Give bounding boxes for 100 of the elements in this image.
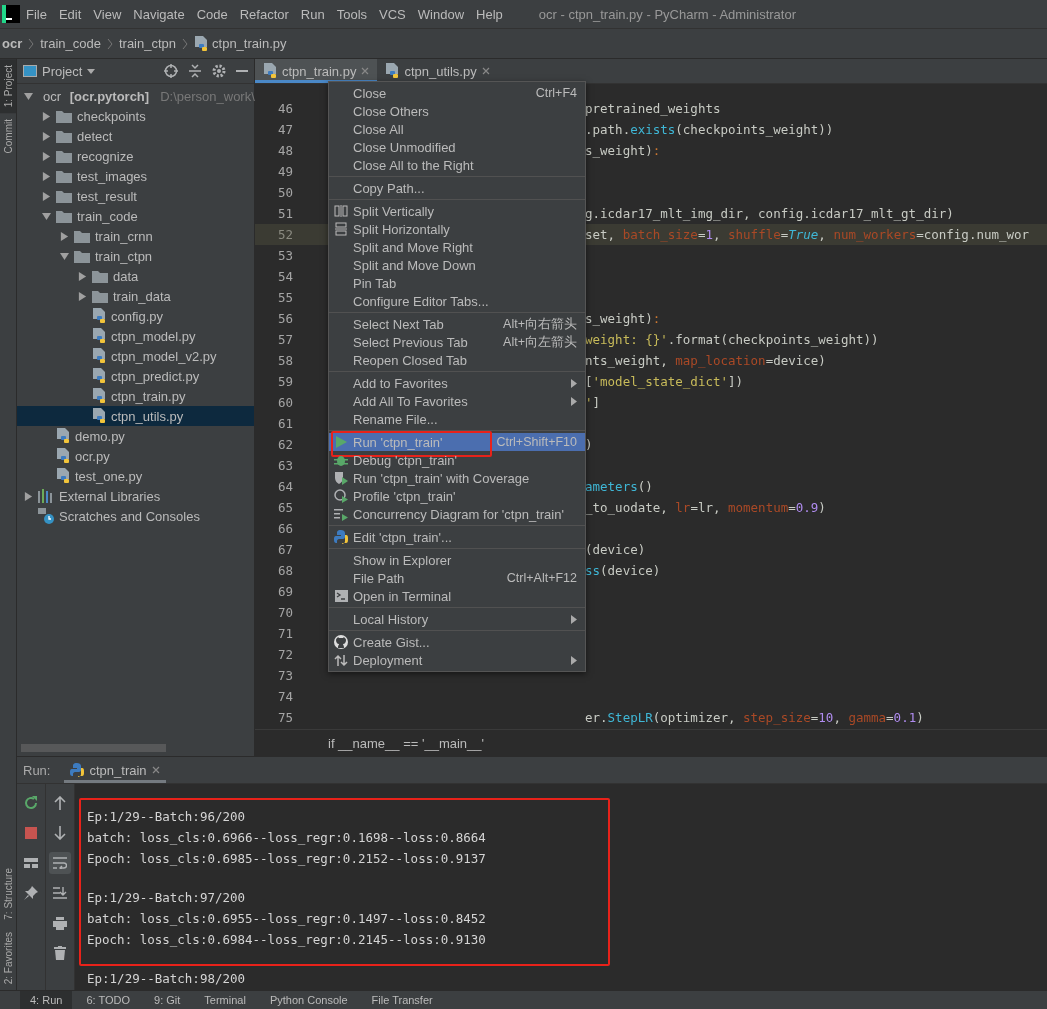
line-number: 51 (276, 206, 293, 221)
console-line: Ep:1/29--Batch:98/200 (87, 970, 247, 988)
folder-icon (56, 129, 72, 143)
tool-window-tab[interactable]: Commit (0, 113, 16, 160)
tree-item[interactable]: Scratches and Consoles (17, 506, 254, 526)
menu-item[interactable]: Add All To Favorites (329, 392, 585, 410)
tool-window-tab[interactable]: 7: Structure (0, 862, 16, 926)
close-icon[interactable] (361, 67, 370, 75)
menu-bar-item[interactable]: Tools (330, 3, 374, 25)
menu-bar-item[interactable]: Run (294, 3, 331, 25)
tool-window-tab[interactable]: 1: Project (0, 59, 16, 114)
menu-item[interactable]: Run 'ctpn_train' with Coverage (329, 469, 585, 487)
close-icon[interactable] (151, 766, 160, 774)
tree-item[interactable]: ctpn_predict.py (17, 366, 254, 386)
tree-item[interactable]: ocr.py (17, 446, 254, 466)
tree-item[interactable]: train_code (17, 206, 254, 226)
tree-item[interactable]: ctpn_model_v2.py (17, 346, 254, 366)
menu-item[interactable]: Select Next Tab Alt+向右箭头 (329, 315, 585, 333)
close-icon[interactable] (481, 67, 490, 75)
locate-icon[interactable] (164, 64, 178, 78)
menu-bar-item[interactable]: Refactor (233, 3, 295, 25)
tree-item[interactable]: detect (17, 126, 254, 146)
tool-window-button[interactable]: 6: TODO (76, 991, 141, 1009)
tool-window-button[interactable]: Terminal (194, 991, 256, 1009)
expanded-arrow-icon[interactable] (41, 211, 51, 221)
menu-item[interactable]: Open in Terminal (329, 587, 585, 605)
menu-bar-item[interactable]: File (20, 3, 53, 25)
menu-item[interactable]: Close Unmodified (329, 138, 585, 156)
breadcrumb[interactable]: ocr (0, 36, 25, 51)
menu-item[interactable]: Edit 'ctpn_train'... (329, 528, 585, 546)
menu-item[interactable]: Concurrency Diagram for 'ctpn_train' (329, 505, 585, 523)
menu-item[interactable]: Reopen Closed Tab (329, 351, 585, 369)
menu-item[interactable]: Close All to the Right (329, 156, 585, 174)
menu-item[interactable]: Add to Favorites (329, 374, 585, 392)
menu-item[interactable]: Create Gist... (329, 633, 585, 651)
run-tab[interactable]: ctpn_train (64, 757, 166, 783)
breadcrumb[interactable]: train_ctpn (116, 36, 179, 51)
menu-item[interactable]: Split and Move Right (329, 238, 585, 256)
collapse-all-icon[interactable] (188, 64, 202, 78)
expanded-arrow-icon[interactable] (59, 251, 69, 261)
menu-item[interactable]: Select Previous Tab Alt+向左箭头 (329, 333, 585, 351)
tree-item[interactable]: External Libraries (17, 486, 254, 506)
pin-icon (24, 886, 38, 900)
tool-window-button[interactable]: 9: Git (144, 991, 191, 1009)
tree-item[interactable]: test_images (17, 166, 254, 186)
tool-window-tab[interactable]: 2: Favorites (0, 925, 16, 990)
menu-item[interactable]: Split Vertically (329, 202, 585, 220)
menu-item[interactable]: Show in Explorer (329, 551, 585, 569)
soft-wrap-button[interactable] (49, 852, 71, 874)
tree-item[interactable]: data (17, 266, 254, 286)
menu-item[interactable]: Configure Editor Tabs... (329, 292, 585, 310)
menu-item[interactable]: Close All (329, 120, 585, 138)
tree-item[interactable]: train_data (17, 286, 254, 306)
tree-item[interactable]: ocr [ocr.pytorch] D:\person_work\ (17, 86, 254, 106)
menu-item[interactable]: Close Others (329, 102, 585, 120)
scrollbar[interactable] (21, 744, 166, 752)
menu-item[interactable]: File Path Ctrl+Alt+F12 (329, 569, 585, 587)
project-view-dropdown[interactable]: Project (23, 63, 96, 79)
menu-item[interactable]: Profile 'ctpn_train' (329, 487, 585, 505)
editor-tab[interactable]: ctpn_train.py (255, 59, 378, 83)
breadcrumb[interactable]: ctpn_train.py (192, 35, 289, 52)
menu-item[interactable]: Local History (329, 610, 585, 628)
menu-bar-item[interactable]: Help (470, 3, 509, 25)
tree-item[interactable]: checkpoints (17, 106, 254, 126)
tree-item[interactable]: train_ctpn (17, 246, 254, 266)
tool-window-button[interactable]: 4: Run (20, 991, 73, 1009)
tree-item[interactable]: demo.py (17, 426, 254, 446)
tree-item[interactable]: ctpn_model.py (17, 326, 254, 346)
settings-icon[interactable] (212, 64, 226, 78)
menu-item[interactable]: Rename File... (329, 410, 585, 428)
menu-item[interactable]: Split and Move Down (329, 256, 585, 274)
menu-item[interactable]: Debug 'ctpn_train' (329, 451, 585, 469)
shield-run-icon (334, 471, 348, 485)
tree-item[interactable]: test_result (17, 186, 254, 206)
menu-bar-item[interactable]: Edit (52, 3, 88, 25)
tree-item[interactable]: test_one.py (17, 466, 254, 486)
tool-window-button[interactable]: Python Console (259, 991, 358, 1009)
tree-item[interactable]: ctpn_utils.py (17, 406, 254, 426)
tree-item[interactable]: config.py (17, 306, 254, 326)
menu-item[interactable]: Deployment (329, 651, 585, 669)
code-breadcrumb[interactable]: if __name__ == '__main__' (328, 735, 485, 751)
menu-bar-item[interactable]: View (87, 3, 128, 25)
menu-item[interactable]: Copy Path... (329, 179, 585, 197)
menu-bar-item[interactable]: Code (190, 3, 234, 25)
menu-item[interactable]: Split Horizontally (329, 220, 585, 238)
line-number: 57 (276, 332, 293, 347)
collapsed-arrow-icon[interactable] (23, 491, 33, 501)
tree-item[interactable]: ctpn_train.py (17, 386, 254, 406)
menu-bar-item[interactable]: VCS (373, 3, 412, 25)
menu-bar-item[interactable]: Window (411, 3, 471, 25)
menu-item[interactable]: Pin Tab (329, 274, 585, 292)
console-line: batch: loss_cls:0.6966--loss_regr:0.1698--loss:0.8664 (87, 829, 487, 847)
tree-item[interactable]: train_crnn (17, 226, 254, 246)
tree-item[interactable]: recognize (17, 146, 254, 166)
menu-item[interactable]: Close Ctrl+F4 (329, 84, 585, 102)
menu-bar-item[interactable]: Navigate (127, 3, 191, 25)
expanded-arrow-icon[interactable] (23, 91, 33, 101)
tool-window-button[interactable]: File Transfer (361, 991, 443, 1009)
breadcrumb[interactable]: train_code (38, 36, 103, 51)
collapsed-arrow-icon[interactable] (59, 231, 69, 241)
